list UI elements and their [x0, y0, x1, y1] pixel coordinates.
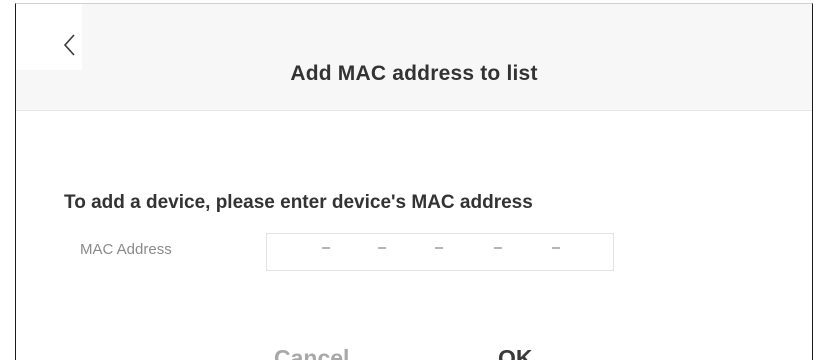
- back-button[interactable]: [16, 4, 82, 70]
- mac-separator: [378, 247, 386, 249]
- cancel-button[interactable]: Cancel: [274, 345, 349, 360]
- dialog-body: To add a device, please enter device's M…: [16, 111, 812, 360]
- dialog-header: Add MAC address to list: [16, 4, 812, 111]
- mac-separator: [322, 247, 330, 249]
- dialog-title: Add MAC address to list: [290, 62, 538, 85]
- screenshot-canvas: Add MAC address to list To add a device,…: [0, 0, 820, 360]
- mac-separator: [435, 247, 443, 249]
- ok-button[interactable]: OK: [498, 345, 533, 360]
- chevron-left-icon: [63, 34, 75, 56]
- mac-address-label: MAC Address: [80, 241, 172, 258]
- mac-address-input[interactable]: [266, 233, 614, 271]
- add-mac-dialog: Add MAC address to list To add a device,…: [15, 3, 813, 360]
- mac-separator: [552, 247, 560, 249]
- mac-separator: [494, 247, 502, 249]
- instruction-text: To add a device, please enter device's M…: [64, 192, 533, 213]
